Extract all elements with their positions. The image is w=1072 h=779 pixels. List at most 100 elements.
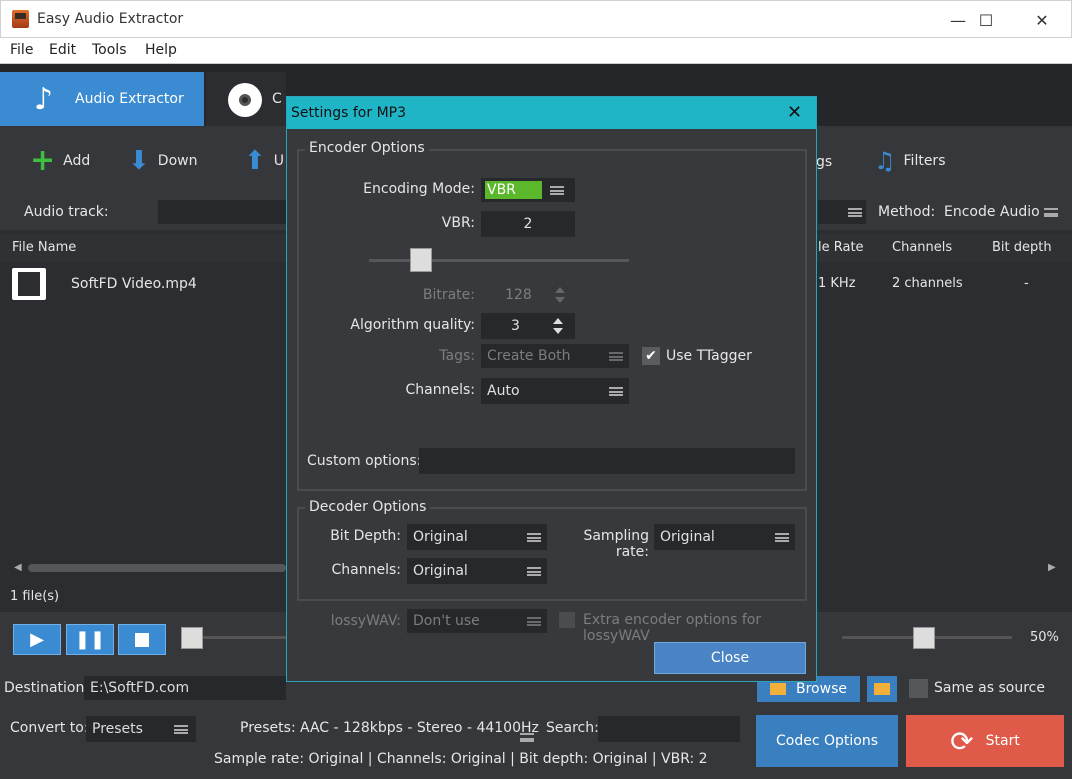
close-window-button[interactable]: ✕ <box>1019 1 1065 39</box>
lossywav-select[interactable]: Don't use <box>407 609 547 633</box>
menu-lines-icon <box>609 386 623 396</box>
play-button[interactable]: ▶ <box>13 624 61 655</box>
start-button[interactable]: ⟳ Start <box>906 715 1064 767</box>
bit-depth-select[interactable]: Original <box>407 524 547 550</box>
cd-icon <box>228 83 262 117</box>
file-count: 1 file(s) <box>10 589 60 604</box>
seek-slider-thumb[interactable] <box>181 627 203 649</box>
tags-label: gs <box>816 154 833 170</box>
open-folder-icon <box>874 683 890 695</box>
decoder-channels-label: Channels: <box>331 562 402 578</box>
music-note-icon: ♪ <box>34 82 54 117</box>
presets-dropdown-icon[interactable] <box>520 733 534 742</box>
folder-icon <box>770 683 786 695</box>
filters-label: Filters <box>903 153 946 169</box>
col-channels[interactable]: Channels <box>892 240 952 255</box>
down-label: Down <box>157 153 198 169</box>
tab-audio-extractor[interactable]: ♪ Audio Extractor <box>0 72 204 126</box>
decoder-channels-select[interactable]: Original <box>407 558 547 584</box>
lossywav-label: lossyWAV: <box>330 613 401 629</box>
down-button[interactable]: ⬇ Down <box>128 148 197 174</box>
codec-options-label: Codec Options <box>775 733 878 749</box>
encoding-mode-select[interactable]: VBR <box>481 178 575 202</box>
film-icon <box>12 268 46 300</box>
col-bit-depth[interactable]: Bit depth <box>992 240 1052 255</box>
menu-bar: File Edit Tools Help <box>0 38 1072 64</box>
decoder-options-label: Decoder Options <box>305 499 431 515</box>
use-ttagger-checkbox[interactable]: ✔ <box>642 347 660 365</box>
destination-input[interactable]: E:\SoftFD.com <box>84 676 286 700</box>
dialog-close-button[interactable]: Close <box>654 642 806 674</box>
col-file-name[interactable]: File Name <box>12 240 76 255</box>
scroll-right-icon[interactable]: ▶ <box>1048 562 1056 573</box>
maximize-button[interactable]: ☐ <box>963 1 1009 39</box>
menu-edit[interactable]: Edit <box>49 42 76 58</box>
menu-lines-icon <box>527 566 541 576</box>
tags-label: Tags: <box>439 348 475 364</box>
pause-button[interactable]: ❚❚ <box>66 624 114 655</box>
tab-label: Audio Extractor <box>75 91 184 107</box>
menu-lines-icon <box>848 207 862 217</box>
app-icon <box>12 10 29 28</box>
codec-options-button[interactable]: Codec Options <box>756 715 898 767</box>
arrow-up-icon: ⬆ <box>244 146 266 176</box>
volume-slider-thumb[interactable] <box>913 627 935 649</box>
open-folder-button[interactable] <box>867 676 897 702</box>
scroll-left-icon[interactable]: ◀ <box>14 562 22 573</box>
filters-button[interactable]: ♫ Filters <box>874 148 945 174</box>
up-button[interactable]: ⬆ U <box>244 148 284 174</box>
method-label: Method: <box>878 204 936 220</box>
volume-percent: 50% <box>1030 630 1059 645</box>
tags-select[interactable] <box>818 200 866 224</box>
menu-lines-icon <box>527 532 541 542</box>
vbr-label: VBR: <box>441 215 475 231</box>
menu-tools[interactable]: Tools <box>92 42 127 58</box>
method-dropdown-icon[interactable] <box>1044 208 1058 217</box>
stop-button[interactable] <box>118 624 166 655</box>
search-input[interactable] <box>598 716 740 742</box>
bit-depth-value: Original <box>413 529 468 545</box>
destination-label: Destination: <box>4 680 90 696</box>
vbr-value[interactable]: 2 <box>481 211 575 237</box>
menu-file[interactable]: File <box>10 42 33 58</box>
tags-button[interactable]: gs <box>816 154 832 170</box>
presets-select[interactable]: AAC - 128kbps - Stereo - 44100Hz <box>300 720 539 736</box>
use-ttagger-label: Use TTagger <box>666 348 752 364</box>
search-label: Search: <box>546 720 599 736</box>
sampling-rate-select[interactable]: Original <box>654 524 795 550</box>
dialog-title-bar: Settings for MP3 ✕ <box>287 97 816 129</box>
pause-icon: ❚❚ <box>74 629 106 650</box>
browse-label: Browse <box>796 681 847 697</box>
window-title: Easy Audio Extractor <box>37 11 184 27</box>
audio-track-label: Audio track: <box>24 204 109 220</box>
extra-encoder-checkbox[interactable] <box>559 612 575 628</box>
bitrate-spinner-icon[interactable] <box>555 284 565 306</box>
add-button[interactable]: + Add <box>30 146 90 176</box>
dialog-close-icon[interactable]: ✕ <box>787 102 802 123</box>
same-as-source-checkbox[interactable] <box>909 679 928 698</box>
algorithm-spinner-icon[interactable] <box>553 315 563 337</box>
settings-dialog: Settings for MP3 ✕ Encoder Options Encod… <box>286 96 817 682</box>
tags-select[interactable]: Create Both <box>481 344 629 368</box>
checkmark-icon: ✔ <box>645 348 657 364</box>
method-select[interactable]: Encode Audio <box>944 204 1040 220</box>
custom-options-input[interactable] <box>419 448 795 474</box>
tab-cd[interactable]: C <box>206 72 286 126</box>
vbr-slider-thumb[interactable] <box>410 248 432 272</box>
file-name-cell: SoftFD Video.mp4 <box>71 276 197 292</box>
channels-value: Auto <box>487 383 520 399</box>
convert-to-select[interactable]: Presets <box>86 716 196 742</box>
dialog-close-label: Close <box>710 650 750 666</box>
channels-select[interactable]: Auto <box>481 378 629 404</box>
menu-help[interactable]: Help <box>145 42 177 58</box>
convert-to-label: Convert to: <box>10 720 89 736</box>
channels-cell: 2 channels <box>892 276 963 291</box>
audio-track-select[interactable] <box>158 200 286 224</box>
bit-depth-cell: - <box>1024 276 1029 291</box>
col-sample-rate[interactable]: le Rate <box>818 240 864 255</box>
encoder-options-label: Encoder Options <box>305 140 429 156</box>
music-filter-icon: ♫ <box>874 147 896 175</box>
vbr-slider-track[interactable] <box>369 259 629 262</box>
horizontal-scrollbar[interactable] <box>28 564 286 572</box>
title-bar: Easy Audio Extractor — ☐ ✕ <box>0 0 1072 38</box>
